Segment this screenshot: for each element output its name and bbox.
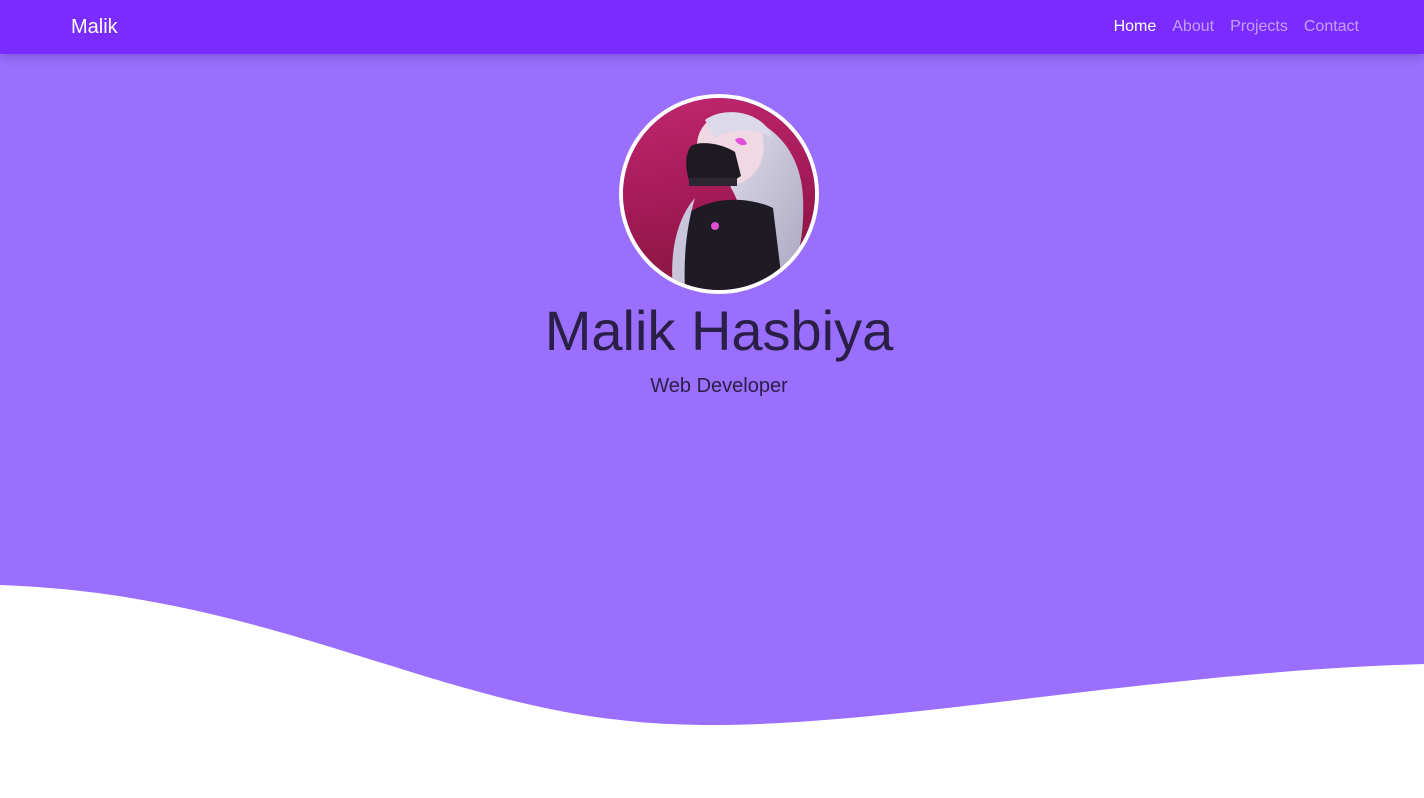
hero-name: Malik Hasbiya	[544, 299, 894, 362]
nav-links: Home About Projects Contact	[1114, 16, 1359, 38]
hero-role: Web Developer	[650, 375, 788, 397]
brand-link[interactable]: Malik	[71, 14, 118, 40]
navbar: Malik Home About Projects Contact	[0, 0, 1424, 54]
avatar	[619, 94, 819, 294]
profile-picture	[623, 98, 815, 290]
nav-link-about[interactable]: About	[1172, 16, 1214, 38]
hero-section: Malik Hasbiya Web Developer	[0, 54, 1424, 798]
nav-link-projects[interactable]: Projects	[1230, 16, 1288, 38]
nav-link-home[interactable]: Home	[1114, 16, 1157, 38]
nav-link-contact[interactable]: Contact	[1304, 16, 1359, 38]
